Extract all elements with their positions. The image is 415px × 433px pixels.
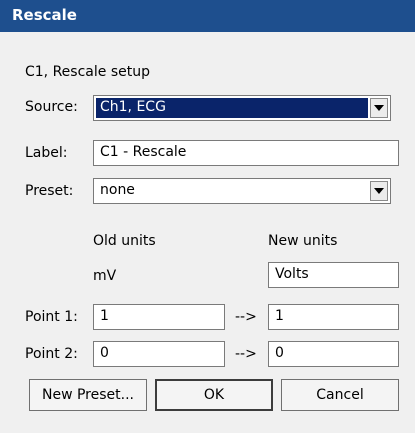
preset-select[interactable]: none xyxy=(93,178,391,204)
new-units-input[interactable]: Volts xyxy=(268,262,399,288)
point2-arrow: --> xyxy=(235,346,257,362)
chevron-down-icon xyxy=(374,188,384,194)
window-title: Rescale xyxy=(12,6,77,24)
cancel-button[interactable]: Cancel xyxy=(281,379,399,411)
point1-new-input[interactable]: 1 xyxy=(268,304,399,330)
setup-heading: C1, Rescale setup xyxy=(25,64,150,80)
point2-old-input[interactable]: 0 xyxy=(93,341,225,367)
chevron-down-icon xyxy=(374,105,384,111)
old-units-value: mV xyxy=(93,268,117,284)
label-input[interactable]: C1 - Rescale xyxy=(93,140,399,166)
preset-dropdown-button[interactable] xyxy=(370,181,388,201)
rescale-dialog: Rescale C1, Rescale setup Source: Ch1, E… xyxy=(0,0,415,433)
preset-value: none xyxy=(100,182,135,198)
new-units-heading: New units xyxy=(268,233,338,249)
source-dropdown-button[interactable] xyxy=(370,98,388,118)
source-label: Source: xyxy=(25,99,78,115)
point1-old-input[interactable]: 1 xyxy=(93,304,225,330)
source-value: Ch1, ECG xyxy=(96,98,368,118)
old-units-heading: Old units xyxy=(93,233,156,249)
point2-new-input[interactable]: 0 xyxy=(268,341,399,367)
preset-label: Preset: xyxy=(25,183,74,199)
source-select[interactable]: Ch1, ECG xyxy=(93,95,391,121)
title-bar[interactable]: Rescale xyxy=(0,0,415,32)
label-label: Label: xyxy=(25,145,68,161)
ok-button[interactable]: OK xyxy=(155,379,273,411)
new-preset-button[interactable]: New Preset... xyxy=(29,379,147,411)
point1-label: Point 1: xyxy=(25,309,78,325)
point1-arrow: --> xyxy=(235,309,257,325)
point2-label: Point 2: xyxy=(25,346,78,362)
